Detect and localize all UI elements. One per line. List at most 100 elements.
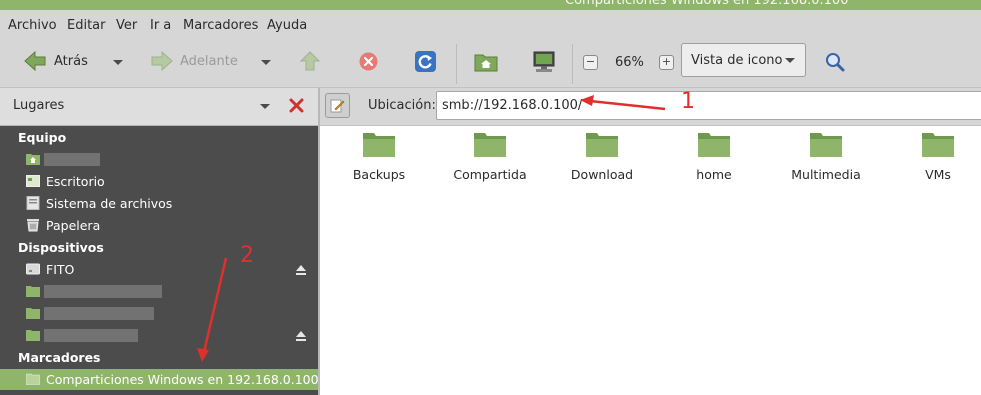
filesystem-icon bbox=[26, 196, 40, 210]
folder-icon bbox=[921, 130, 955, 158]
menu-ir-a[interactable]: Ir a bbox=[150, 18, 171, 33]
folder-icon bbox=[26, 373, 40, 385]
redacted-label bbox=[44, 306, 154, 320]
folder-item-vms[interactable]: VMs bbox=[893, 130, 981, 182]
sidebar-item-sistema-de-archivos[interactable]: Sistema de archivos bbox=[26, 193, 172, 213]
location-label: Ubicación: bbox=[368, 98, 436, 113]
zoom-out-button[interactable]: − bbox=[583, 55, 598, 70]
folder-icon bbox=[809, 130, 843, 158]
menu-marcadores[interactable]: Marcadores bbox=[183, 18, 258, 33]
desktop-icon bbox=[26, 175, 40, 187]
menu-bar: Archivo Editar Ver Ir a Marcadores Ayuda bbox=[0, 10, 981, 40]
annotation-number-2: 2 bbox=[240, 243, 254, 268]
section-marcadores: Marcadores bbox=[18, 350, 101, 365]
stop-button[interactable] bbox=[359, 52, 378, 71]
toolbar: Atrás Adelante − 66% + bbox=[0, 40, 981, 87]
reload-button[interactable] bbox=[415, 51, 436, 72]
view-mode-value: Vista de icono bbox=[691, 53, 783, 68]
toolbar-separator bbox=[456, 44, 457, 84]
sidebar-item-escritorio[interactable]: Escritorio bbox=[26, 171, 105, 191]
sidebar-title: Lugares bbox=[13, 98, 65, 113]
pencil-icon bbox=[330, 98, 345, 113]
zoom-in-button[interactable]: + bbox=[659, 55, 674, 70]
folder-item-backups[interactable]: Backups bbox=[334, 130, 424, 182]
title-bar: Comparticiones Windows en 192.168.0.100 bbox=[0, 0, 981, 10]
stop-icon bbox=[359, 52, 378, 71]
folder-label: Multimedia bbox=[791, 167, 861, 182]
arrow-right-icon bbox=[151, 50, 173, 72]
sidebar-item-fito[interactable]: FITO bbox=[26, 259, 74, 279]
redacted-label bbox=[44, 152, 100, 166]
home-folder-icon bbox=[474, 52, 498, 72]
eject-icon[interactable] bbox=[295, 264, 307, 276]
menu-ayuda[interactable]: Ayuda bbox=[267, 18, 307, 33]
folder-item-multimedia[interactable]: Multimedia bbox=[781, 130, 871, 182]
forward-button[interactable]: Adelante bbox=[151, 50, 238, 72]
search-button[interactable] bbox=[825, 52, 845, 72]
folder-icon bbox=[585, 130, 619, 158]
arrow-up-icon bbox=[300, 51, 320, 71]
folder-label: VMs bbox=[925, 167, 951, 182]
back-label: Atrás bbox=[54, 53, 88, 69]
sidebar-type-chevron-down-icon[interactable] bbox=[260, 104, 270, 109]
sidebar-item-home[interactable] bbox=[26, 149, 100, 169]
sidebar-item-device-3[interactable] bbox=[26, 303, 154, 323]
window-title: Comparticiones Windows en 192.168.0.100 bbox=[565, 0, 849, 8]
folder-item-download[interactable]: Download bbox=[557, 130, 647, 182]
back-history-chevron-down-icon[interactable] bbox=[113, 60, 123, 65]
folder-icon bbox=[26, 307, 40, 319]
arrow-left-icon bbox=[24, 50, 46, 72]
section-equipo: Equipo bbox=[18, 130, 67, 145]
forward-history-chevron-down-icon[interactable] bbox=[261, 60, 271, 65]
menu-editar[interactable]: Editar bbox=[67, 18, 106, 33]
redacted-label bbox=[44, 284, 162, 298]
folder-item-compartida[interactable]: Compartida bbox=[445, 130, 535, 182]
menu-archivo[interactable]: Archivo bbox=[8, 18, 57, 33]
back-button[interactable]: Atrás bbox=[24, 50, 88, 72]
folder-label: Compartida bbox=[453, 167, 527, 182]
sidebar-item-device-4[interactable] bbox=[26, 325, 138, 345]
sidebar-item-bookmark-selected[interactable]: Comparticiones Windows en 192.168.0.100 bbox=[0, 369, 319, 390]
chevron-down-icon bbox=[785, 58, 795, 63]
folder-label: home bbox=[696, 167, 732, 182]
view-mode-select[interactable]: Vista de icono bbox=[681, 43, 806, 77]
location-input[interactable] bbox=[436, 91, 981, 120]
computer-button[interactable] bbox=[532, 50, 556, 74]
redacted-label bbox=[44, 328, 138, 342]
menu-ver[interactable]: Ver bbox=[116, 18, 137, 33]
section-dispositivos: Dispositivos bbox=[18, 240, 104, 255]
search-icon bbox=[825, 52, 845, 72]
eject-icon[interactable] bbox=[295, 330, 307, 342]
sidebar-item-label: FITO bbox=[46, 261, 75, 277]
sidebar-item-label: Papelera bbox=[46, 217, 101, 233]
toolbar-separator bbox=[572, 44, 573, 84]
file-view: Backups Compartida Download home Multime… bbox=[320, 126, 981, 395]
sidebar-item-device-2[interactable] bbox=[26, 281, 162, 301]
zoom-level: 66% bbox=[615, 55, 644, 70]
folder-icon bbox=[26, 285, 40, 297]
trash-icon bbox=[26, 218, 40, 232]
close-sidebar-icon[interactable] bbox=[289, 98, 304, 113]
folder-label: Download bbox=[570, 167, 634, 182]
home-folder-icon bbox=[26, 153, 40, 165]
folder-label: Backups bbox=[352, 167, 406, 182]
location-bar: Ubicación: bbox=[320, 88, 981, 126]
annotation-number-1: 1 bbox=[681, 89, 695, 114]
folder-item-home[interactable]: home bbox=[669, 130, 759, 182]
sidebar-item-papelera[interactable]: Papelera bbox=[26, 215, 100, 235]
computer-icon bbox=[532, 50, 556, 74]
home-button[interactable] bbox=[474, 52, 498, 72]
parent-folder-button[interactable] bbox=[300, 51, 320, 71]
folder-icon bbox=[362, 130, 396, 158]
reload-icon bbox=[415, 51, 436, 72]
forward-label: Adelante bbox=[180, 53, 238, 69]
sidebar-header: Lugares bbox=[0, 88, 318, 126]
folder-icon bbox=[473, 130, 507, 158]
folder-icon bbox=[697, 130, 731, 158]
folder-icon bbox=[26, 329, 40, 341]
sidebar-item-label: Comparticiones Windows en 192.168.0.100 bbox=[46, 372, 319, 387]
sidebar-item-label: Escritorio bbox=[46, 173, 105, 189]
location-edit-toggle[interactable] bbox=[325, 93, 350, 118]
drive-icon bbox=[26, 263, 40, 275]
sidebar-item-label: Sistema de archivos bbox=[46, 195, 173, 211]
